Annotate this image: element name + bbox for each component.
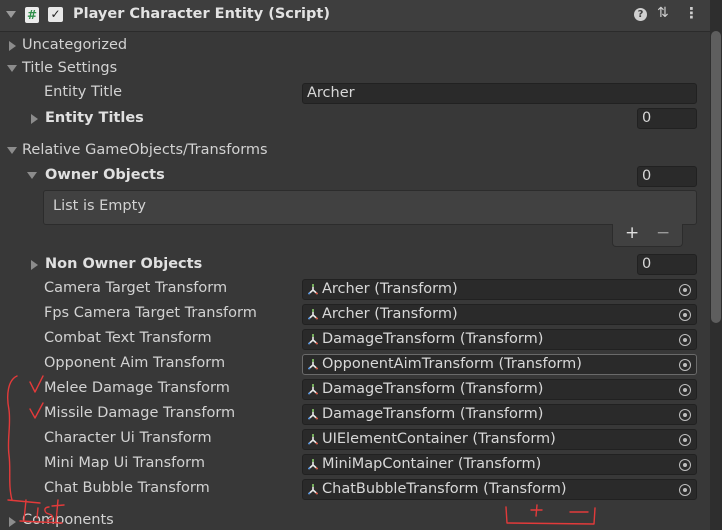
transform-object-field[interactable]: DamageTransform (Transform): [302, 379, 697, 400]
transform-icon: [307, 384, 319, 395]
transform-icon: [307, 409, 319, 420]
object-picker-icon[interactable]: [679, 284, 691, 296]
transform-label: Mini Map Ui Transform: [44, 455, 205, 471]
owner-objects-foldout-icon[interactable]: [27, 172, 37, 179]
transform-label: Opponent Aim Transform: [44, 355, 226, 371]
transform-label: Combat Text Transform: [44, 330, 212, 346]
object-picker-icon[interactable]: [679, 309, 691, 321]
transform-object-field[interactable]: Archer (Transform): [302, 279, 697, 300]
component-title: Player Character Entity (Script): [73, 6, 330, 22]
non-owner-objects-label[interactable]: Non Owner Objects: [45, 256, 202, 272]
transform-value: Archer (Transform): [322, 306, 458, 322]
owner-objects-label[interactable]: Owner Objects: [45, 167, 165, 183]
transform-value: DamageTransform (Transform): [322, 381, 544, 397]
entity-title-value: Archer: [307, 85, 355, 101]
transform-label: Missile Damage Transform: [44, 405, 236, 421]
transform-icon: [307, 484, 319, 495]
transform-value: MiniMapContainer (Transform): [322, 456, 542, 472]
context-menu-icon[interactable]: ⋮: [684, 4, 699, 22]
title-settings-foldout-icon[interactable]: [7, 65, 17, 72]
entity-titles-count: 0: [642, 110, 652, 126]
section-components[interactable]: Components: [22, 512, 114, 528]
section-relative-gameobjects[interactable]: Relative GameObjects/Transforms: [22, 142, 268, 158]
transform-label: Character Ui Transform: [44, 430, 212, 446]
list-empty-text: List is Empty: [53, 198, 146, 214]
owner-objects-count: 0: [642, 168, 652, 184]
transform-value: ChatBubbleTransform (Transform): [322, 481, 567, 497]
transform-label: Chat Bubble Transform: [44, 480, 210, 496]
section-uncategorized[interactable]: Uncategorized: [22, 37, 127, 53]
component-foldout-icon[interactable]: [6, 11, 16, 18]
owner-objects-list: List is Empty: [43, 190, 697, 225]
non-owner-objects-count: 0: [642, 256, 652, 272]
components-foldout-icon[interactable]: [9, 517, 16, 527]
object-picker-icon[interactable]: [679, 359, 691, 371]
object-picker-icon[interactable]: [679, 484, 691, 496]
object-picker-icon[interactable]: [679, 459, 691, 471]
transform-icon: [307, 334, 319, 345]
transform-object-field[interactable]: DamageTransform (Transform): [302, 404, 697, 425]
owner-objects-size-field[interactable]: 0: [637, 166, 697, 187]
transform-object-field[interactable]: ChatBubbleTransform (Transform): [302, 479, 697, 500]
add-element-button[interactable]: +: [625, 223, 639, 243]
annotation-check-melee: [29, 375, 44, 393]
uncategorized-foldout-icon[interactable]: [9, 41, 16, 51]
remove-element-button[interactable]: −: [656, 223, 670, 243]
non-owner-objects-size-field[interactable]: 0: [637, 254, 697, 275]
entity-title-label: Entity Title: [44, 84, 123, 100]
transform-value: Archer (Transform): [322, 281, 458, 297]
transform-value: OpponentAimTransform (Transform): [322, 356, 582, 372]
transform-object-field[interactable]: UIElementContainer (Transform): [302, 429, 697, 450]
entity-title-field[interactable]: Archer: [302, 83, 697, 104]
transform-icon: [307, 309, 319, 320]
object-picker-icon[interactable]: [679, 384, 691, 396]
transform-value: DamageTransform (Transform): [322, 406, 544, 422]
entity-titles-foldout-icon[interactable]: [31, 114, 38, 124]
transform-object-field[interactable]: Archer (Transform): [302, 304, 697, 325]
transform-label: Camera Target Transform: [44, 280, 228, 296]
component-header: # ✓ Player Character Entity (Script) ? ⇅…: [0, 0, 710, 32]
transform-icon: [307, 359, 319, 370]
annotation-bracket: [7, 375, 18, 501]
transform-icon: [307, 434, 319, 445]
object-picker-icon[interactable]: [679, 434, 691, 446]
non-owner-objects-foldout-icon[interactable]: [31, 260, 38, 270]
help-icon[interactable]: ?: [634, 8, 647, 21]
object-picker-icon[interactable]: [679, 334, 691, 346]
transform-label: Melee Damage Transform: [44, 380, 230, 396]
section-title-settings[interactable]: Title Settings: [22, 60, 117, 76]
list-footer: + −: [612, 223, 683, 247]
presets-icon[interactable]: ⇅: [657, 5, 669, 21]
component-enabled-checkbox[interactable]: ✓: [48, 7, 63, 22]
transform-object-field[interactable]: MiniMapContainer (Transform): [302, 454, 697, 475]
annotation-bracket-underline: [505, 506, 596, 525]
transform-object-field[interactable]: DamageTransform (Transform): [302, 329, 697, 350]
transform-label: Fps Camera Target Transform: [44, 305, 257, 321]
transform-icon: [307, 459, 319, 470]
script-icon: #: [25, 7, 39, 23]
transform-value: DamageTransform (Transform): [322, 331, 544, 347]
transform-value: UIElementContainer (Transform): [322, 431, 556, 447]
transform-icon: [307, 284, 319, 295]
object-picker-icon[interactable]: [679, 409, 691, 421]
entity-titles-size-field[interactable]: 0: [637, 108, 697, 129]
annotation-plus-mark: [530, 504, 543, 517]
transform-object-field[interactable]: OpponentAimTransform (Transform): [302, 354, 697, 375]
relative-foldout-icon[interactable]: [7, 147, 17, 154]
entity-titles-label[interactable]: Entity Titles: [45, 110, 144, 126]
annotation-check-missile: [29, 402, 44, 419]
scrollbar-thumb[interactable]: [711, 31, 721, 323]
